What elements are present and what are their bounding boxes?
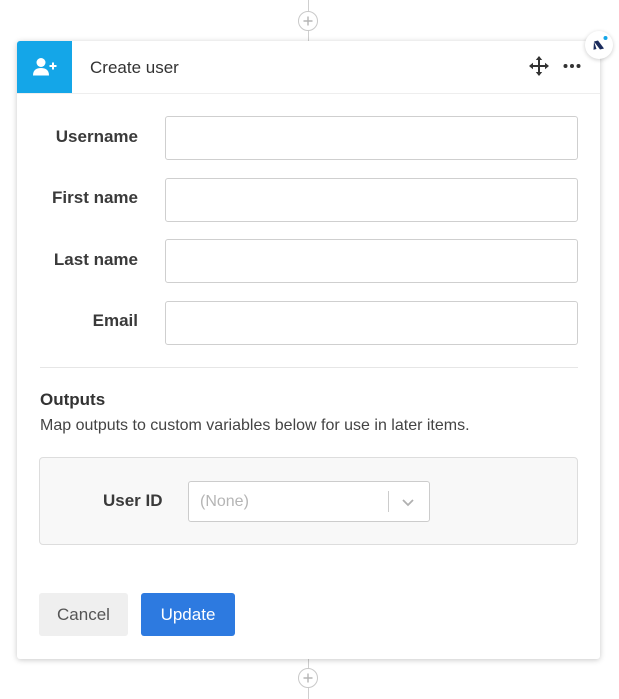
last-name-label: Last name [53,250,138,269]
username-input[interactable] [165,116,578,160]
username-label: Username [55,127,138,146]
section-divider [40,367,578,368]
card-title: Create user [90,58,179,77]
create-user-card: Create user Username First name Last nam… [17,41,600,659]
move-arrows-icon[interactable] [528,55,550,77]
ellipsis-icon[interactable] [561,55,583,77]
outputs-title: Outputs [40,390,106,409]
update-button[interactable]: Update [141,593,235,636]
outputs-panel: User ID (None) [39,457,578,545]
chevron-down-icon[interactable] [400,494,416,510]
select-value: (None) [200,493,249,510]
add-user-icon [32,58,56,76]
brand-logo-icon [593,36,608,50]
add-step-button-top[interactable] [298,11,318,31]
first-name-input[interactable] [165,178,578,222]
card-icon-box [17,41,72,93]
last-name-input[interactable] [165,239,578,283]
card-header: Create user [17,41,600,94]
user-id-select[interactable]: (None) [188,481,430,522]
cancel-button[interactable]: Cancel [39,593,128,636]
brand-logo-badge [585,31,613,59]
user-id-label: User ID [103,491,163,510]
add-step-button-bottom[interactable] [298,668,318,688]
email-label: Email [92,311,138,330]
outputs-description: Map outputs to custom variables below fo… [40,417,470,434]
email-input[interactable] [165,301,578,345]
plus-icon [303,673,313,683]
plus-icon [303,16,313,26]
select-separator [388,491,389,512]
first-name-label: First name [52,188,138,207]
